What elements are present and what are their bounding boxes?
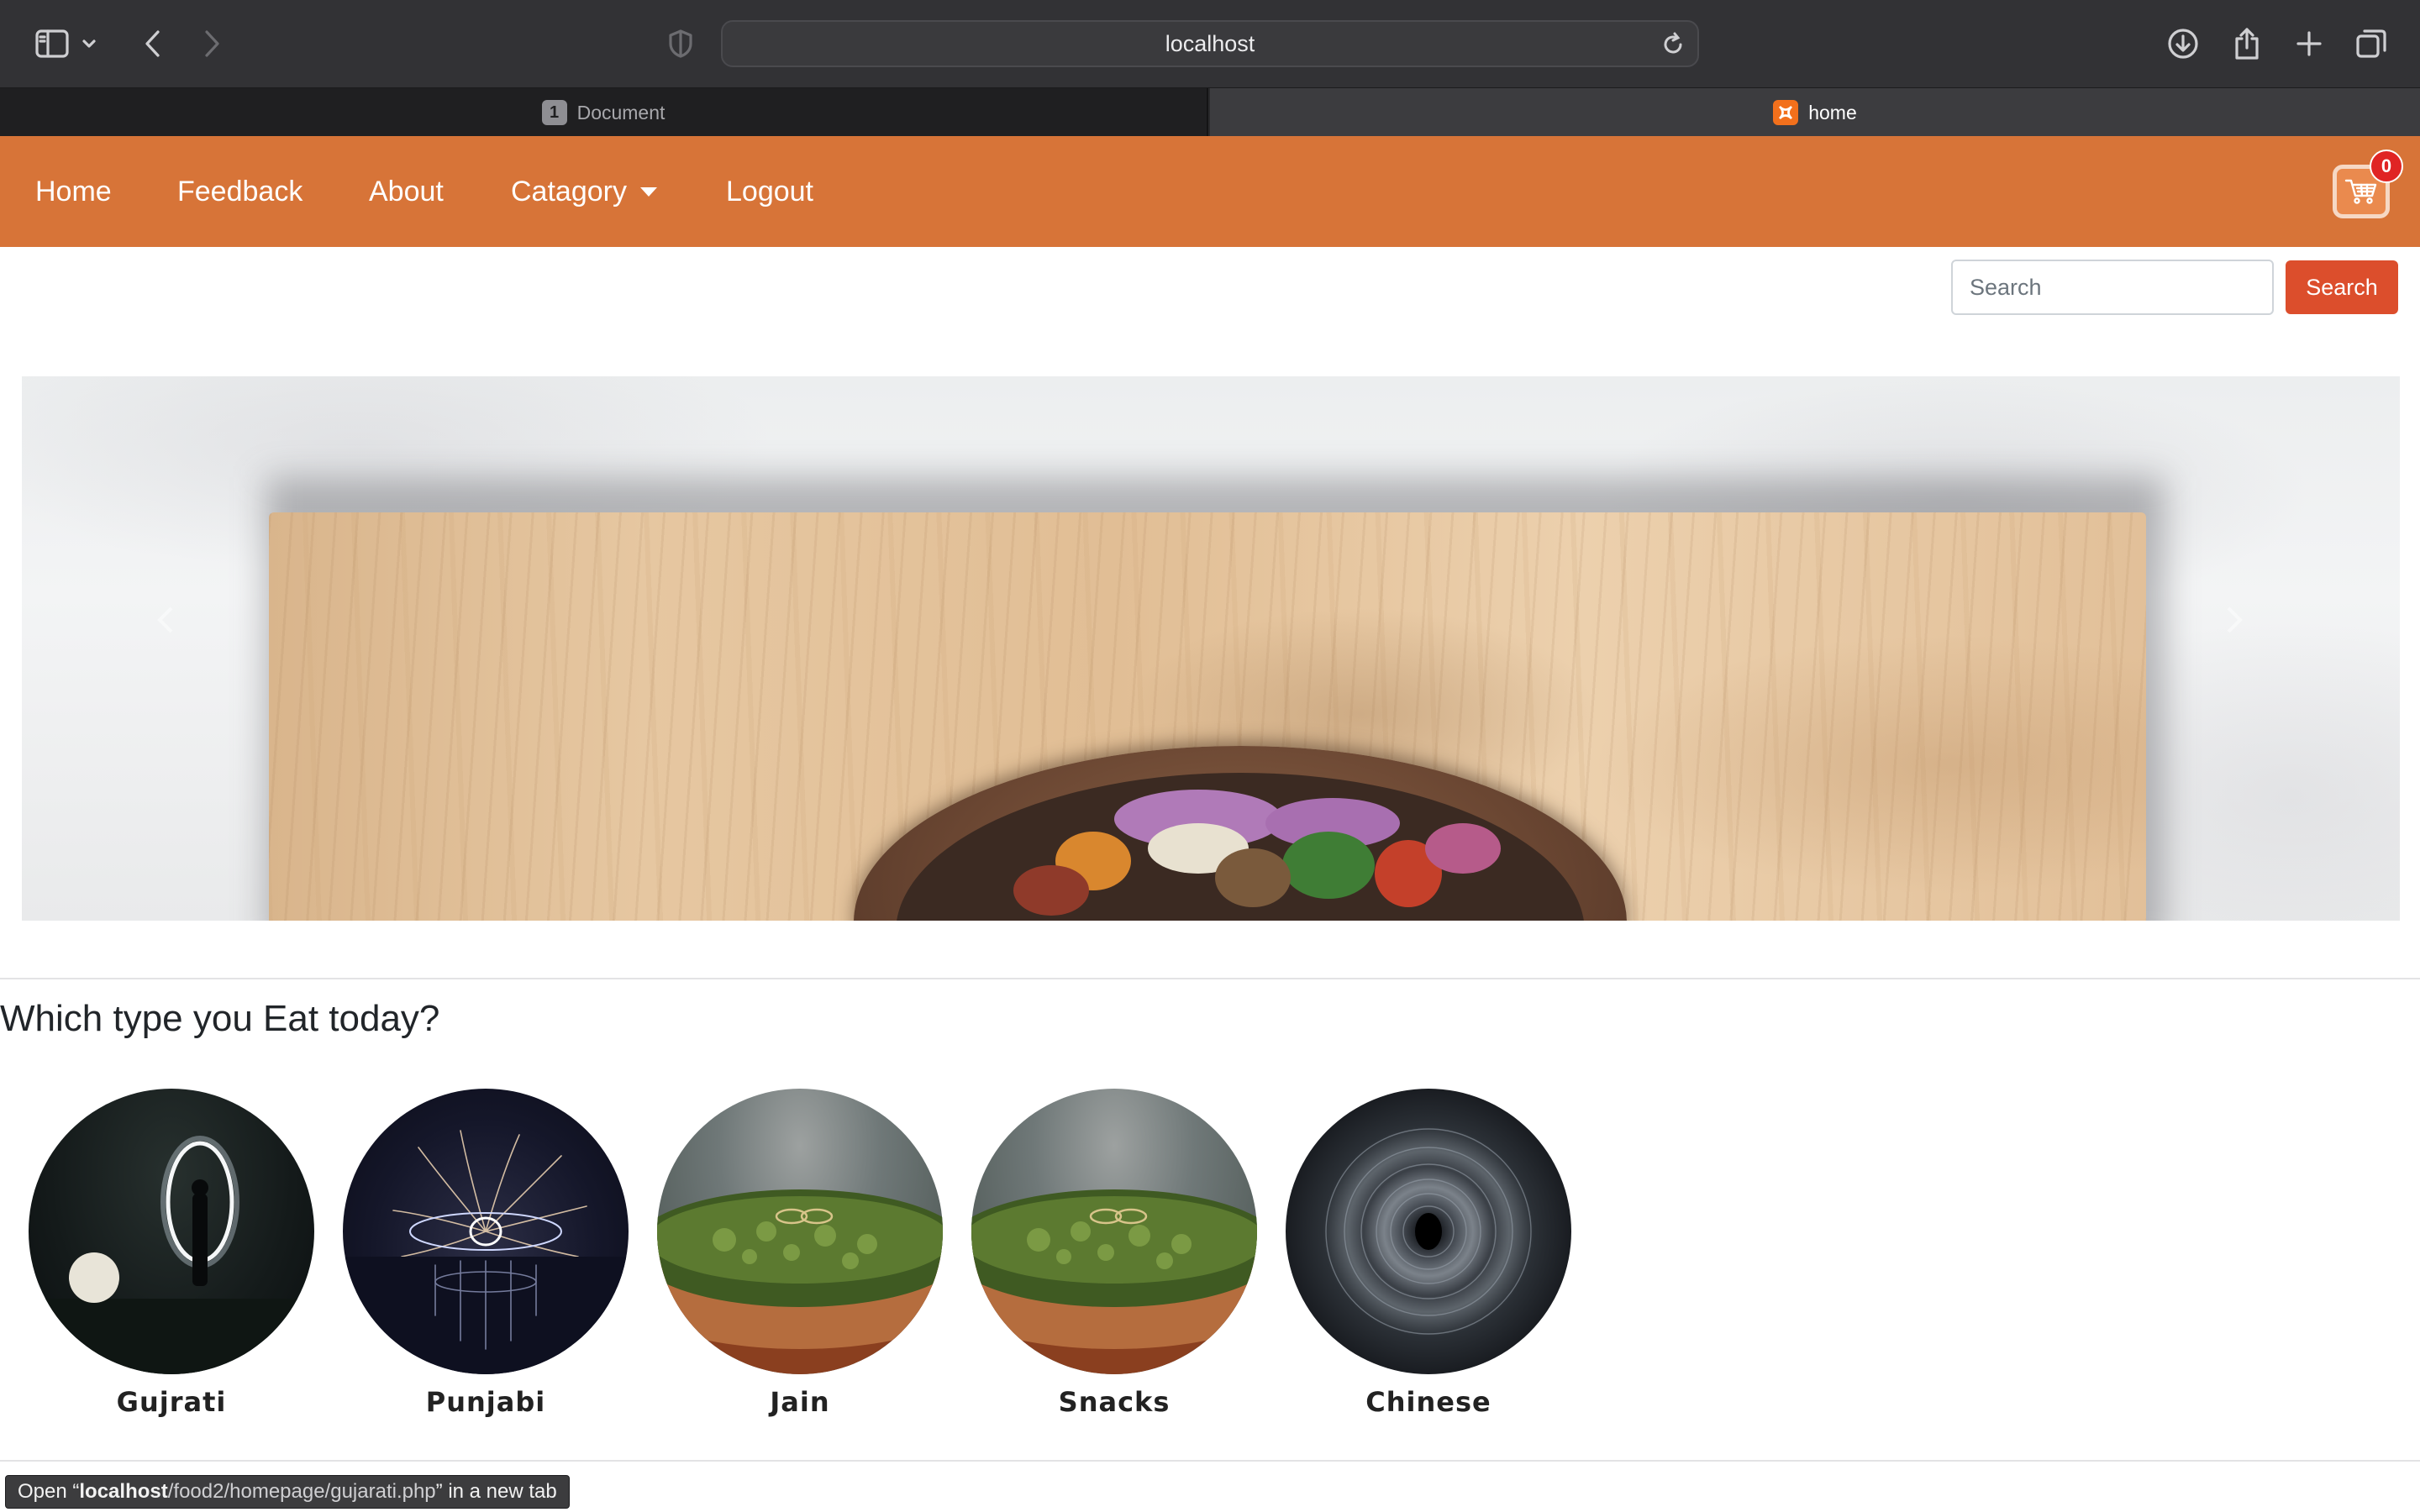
category-label: Gujrati [116,1386,227,1418]
category-card-gujrati[interactable]: Gujrati [27,1089,316,1418]
forward-arrow-icon[interactable] [188,20,235,67]
nav-category-label: Catagory [511,175,627,207]
plus-icon[interactable] [2286,20,2333,67]
reload-icon[interactable] [1660,32,1686,57]
shield-icon[interactable] [657,20,704,67]
status-suffix: ” in a new tab [435,1480,557,1503]
nav-category-dropdown[interactable]: Catagory [511,136,657,247]
back-arrow-icon[interactable] [129,20,176,67]
carousel-next-icon[interactable] [2218,605,2249,635]
category-card-snacks[interactable]: Snacks [970,1089,1259,1418]
nav-home-link[interactable]: Home [35,136,112,247]
category-image[interactable] [29,1089,314,1374]
category-label: Chinese [1365,1386,1491,1418]
status-path: /food2/homepage/gujarati.php [167,1480,436,1503]
sidebar-icon[interactable] [29,20,76,67]
search-input[interactable] [1951,260,2274,315]
nav-about-link[interactable]: About [369,136,444,247]
xampp-favicon-icon [1773,100,1799,125]
category-card-jain[interactable]: Jain [655,1089,944,1418]
tab-label: Document [576,101,666,123]
nav-feedback-link[interactable]: Feedback [177,136,302,247]
category-card-chinese[interactable]: Chinese [1284,1089,1573,1418]
tabs-overview-icon[interactable] [2348,20,2395,67]
divider [0,978,2420,979]
cart-icon [2344,179,2377,204]
category-image[interactable] [1286,1089,1571,1374]
cart-count-badge: 0 [2370,150,2403,183]
nav-logout-link[interactable]: Logout [726,136,813,247]
tab-label: home [1808,101,1857,123]
status-prefix: Open “ [18,1480,80,1503]
category-image[interactable] [657,1089,943,1374]
search-button[interactable]: Search [2286,260,2398,314]
link-status-bar: Open “ localhost /food2/homepage/gujarat… [5,1475,570,1509]
hero-carousel [22,376,2400,921]
tab-bar: 1 Document home [0,87,2420,137]
address-text: localhost [1165,30,1255,56]
tab-home[interactable]: home [1210,88,2420,137]
status-host: localhost [79,1480,168,1503]
category-label: Jain [770,1386,830,1418]
caret-down-icon [639,186,657,197]
download-icon[interactable] [2160,20,2207,67]
section-title: Which type you Eat today? [0,998,440,1039]
chevron-down-icon[interactable] [72,20,106,67]
category-label: Snacks [1058,1386,1171,1418]
category-card-punjabi[interactable]: Punjabi [341,1089,630,1418]
category-image[interactable] [343,1089,629,1374]
divider [0,1460,2420,1462]
tab-document[interactable]: 1 Document [0,88,1208,137]
site-navbar: Home Feedback About Catagory Logout [0,136,2420,247]
category-label: Punjabi [425,1386,546,1418]
category-image[interactable] [971,1089,1257,1374]
share-icon[interactable] [2223,20,2270,67]
browser-toolbar: localhost [0,0,2420,87]
carousel-prev-icon[interactable] [151,605,182,635]
tab-number-badge: 1 [541,100,567,125]
address-bar[interactable]: localhost [721,20,1699,67]
